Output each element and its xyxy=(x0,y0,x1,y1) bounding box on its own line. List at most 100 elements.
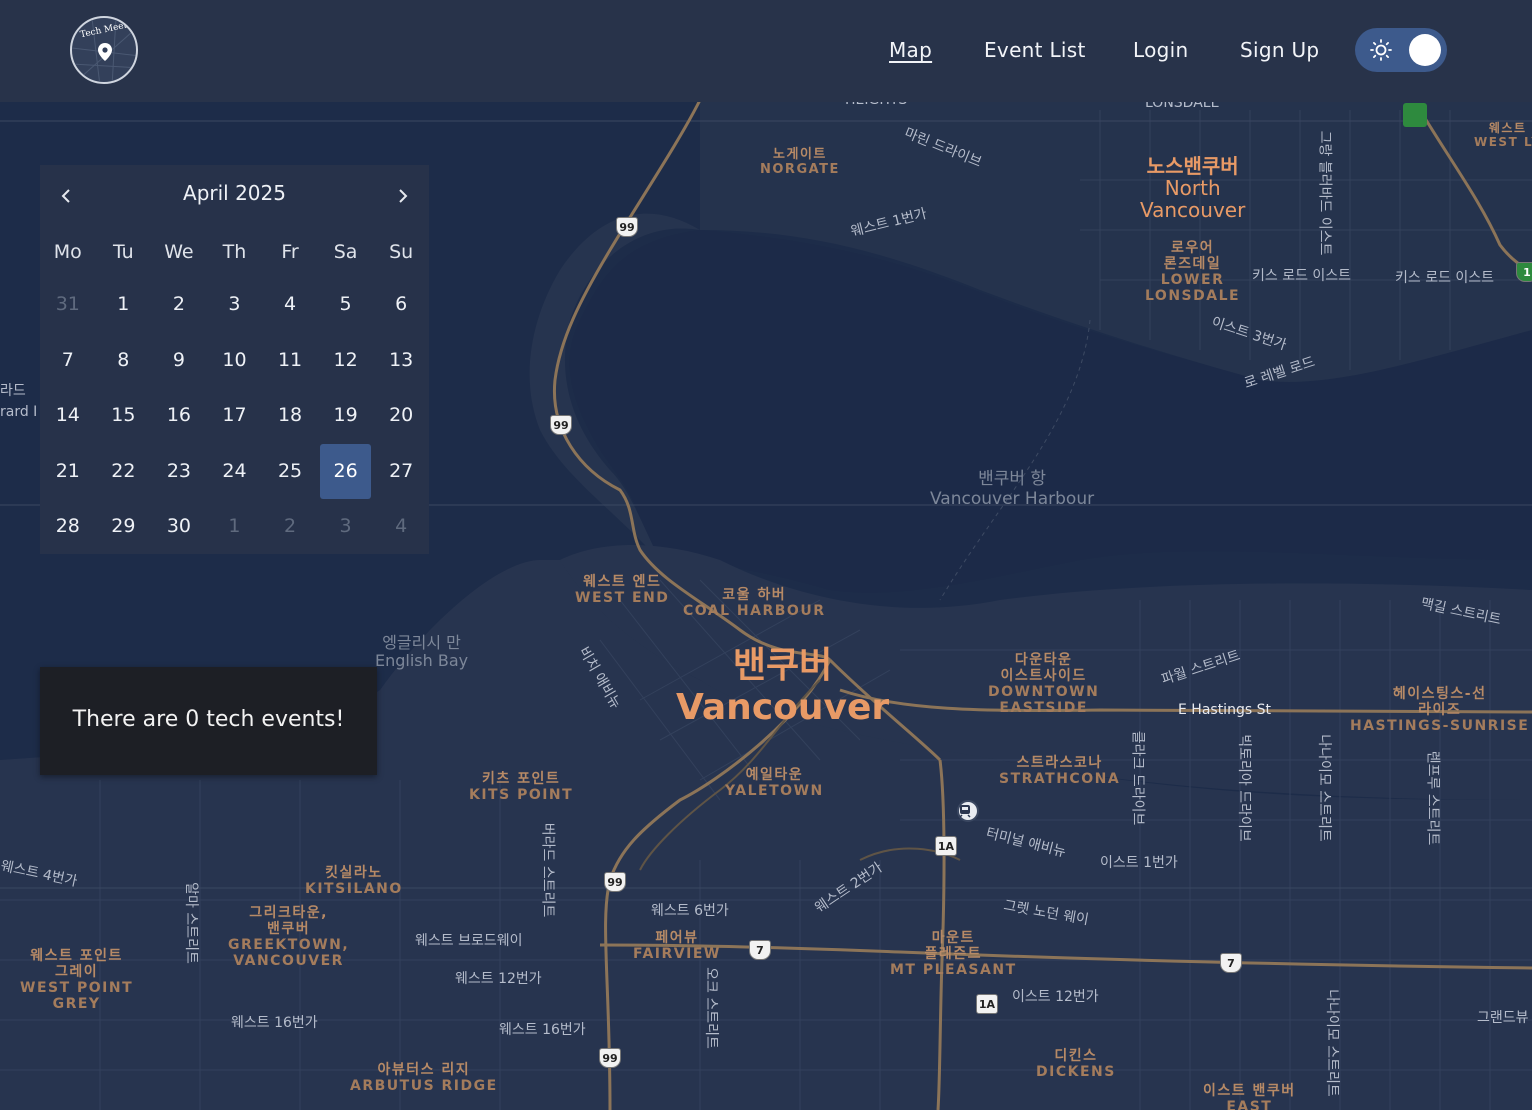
weekday-label: Th xyxy=(222,241,247,263)
highway-shield: 99 xyxy=(616,217,638,237)
calendar-day[interactable]: 4 xyxy=(373,499,429,555)
highway-shield: 1 xyxy=(1516,262,1532,282)
map-label-north-vancouver: 노스밴쿠버 North Vancouver xyxy=(1140,154,1246,222)
calendar-day[interactable]: 1 xyxy=(207,499,263,555)
calendar-day[interactable]: 2 xyxy=(151,277,207,333)
navbar: Tech Meets Map Event List Login Sign Up xyxy=(0,0,1532,102)
highway-shield: 99 xyxy=(550,415,572,435)
calendar-day[interactable]: 5 xyxy=(318,277,374,333)
calendar-day[interactable]: 7 xyxy=(40,333,96,389)
map-label-dickens: 디킨스 DICKENS xyxy=(1036,1048,1116,1081)
calendar-day[interactable]: 11 xyxy=(262,333,318,389)
street-grandview-hwy: 그랜드뷰 xyxy=(1477,1010,1529,1026)
highway-shield: 99 xyxy=(599,1048,621,1068)
calendar-day[interactable]: 30 xyxy=(151,499,207,555)
calendar-day[interactable]: 24 xyxy=(207,444,263,500)
street-w16th-b: 웨스트 16번가 xyxy=(499,1022,586,1038)
street-keith-e1: 키스 로드 이스트 xyxy=(1252,268,1352,284)
nav-link-sign-up[interactable]: Sign Up xyxy=(1240,38,1319,62)
highway-shield: 7 xyxy=(749,940,771,960)
street-renfrew: 렌프루 스트리트 xyxy=(1424,750,1441,846)
map-label-downtown-eastside: 다운타운 이스트사이드 DOWNTOWN EASTSIDE xyxy=(988,652,1100,717)
calendar-day[interactable]: 10 xyxy=(207,333,263,389)
map-label-west-point-grey: 웨스트 포인트 그레이 WEST POINT GREY xyxy=(20,948,134,1013)
street-e12th: 이스트 12번가 xyxy=(1012,989,1099,1005)
calendar-month-label[interactable]: April 2025 xyxy=(40,181,429,205)
calendar-day[interactable]: 15 xyxy=(96,388,152,444)
calendar-day[interactable]: 29 xyxy=(96,499,152,555)
street-burrard: 버라드 스트리트 xyxy=(539,822,556,918)
calendar-day[interactable]: 22 xyxy=(96,444,152,500)
calendar-day[interactable]: 16 xyxy=(151,388,207,444)
calendar-day[interactable]: 1 xyxy=(96,277,152,333)
street-broadway: 웨스트 브로드웨이 xyxy=(415,933,523,949)
map-label-english-bay: 엥글리시 만 English Bay xyxy=(375,633,469,671)
map-label-harbour: 밴쿠버 항 Vancouver Harbour xyxy=(930,469,1095,509)
calendar-day[interactable]: 18 xyxy=(262,388,318,444)
street-victoria: 빅토리아 드라이브 xyxy=(1235,734,1252,842)
sun-icon xyxy=(1370,39,1392,61)
calendar-day[interactable]: 12 xyxy=(318,333,374,389)
weekday-label: Mo xyxy=(53,241,82,263)
weekday-label: Sa xyxy=(333,241,358,263)
theme-toggle[interactable] xyxy=(1355,28,1447,72)
nav-link-event-list[interactable]: Event List xyxy=(984,38,1086,62)
street-keith-e2: 키스 로드 이스트 xyxy=(1395,270,1495,286)
calendar-day[interactable]: 17 xyxy=(207,388,263,444)
highway-shield: 1A xyxy=(976,994,998,1014)
calendar-day[interactable]: 9 xyxy=(151,333,207,389)
map-label-east-vancouver: 이스트 밴쿠버 EAST xyxy=(1203,1083,1296,1110)
calendar-day[interactable]: 23 xyxy=(151,444,207,500)
map-label-lower-lonsdale: 로우어 론즈데일 LOWER LONSDALE xyxy=(1145,240,1241,305)
street-grand-blvd: 그랑 블러바드 이스트 xyxy=(1316,130,1333,256)
street-e1st: 이스트 1번가 xyxy=(1100,855,1178,871)
event-count-panel: There are 0 tech events! xyxy=(40,667,377,775)
calendar-day[interactable]: 14 xyxy=(40,388,96,444)
street-w6th: 웨스트 6번가 xyxy=(651,903,729,919)
map-label-west-ly: 웨스트WEST LY xyxy=(1474,121,1532,149)
event-count-text: There are 0 tech events! xyxy=(72,707,345,732)
calendar-day[interactable]: 6 xyxy=(373,277,429,333)
street-alma: 알마 스트리트 xyxy=(182,882,199,964)
map-label-mt-pleasant: 마운트 플레즌트 MT PLEASANT xyxy=(890,930,1017,979)
calendar-day[interactable]: 4 xyxy=(262,277,318,333)
weekday-label: We xyxy=(164,241,194,263)
highway-shield: 7 xyxy=(1220,953,1242,973)
calendar-day[interactable]: 3 xyxy=(207,277,263,333)
nav-link-login[interactable]: Login xyxy=(1133,38,1188,62)
map-label-vancouver: 밴쿠버 Vancouver xyxy=(676,645,890,728)
calendar-day-selected[interactable]: 26 xyxy=(319,443,372,499)
calendar-day[interactable]: 8 xyxy=(96,333,152,389)
highway-shield: 99 xyxy=(604,872,626,892)
map-label-yaletown: 예일타운 YALETOWN xyxy=(725,767,824,800)
street-e-hastings: E Hastings St xyxy=(1178,702,1271,718)
toggle-knob xyxy=(1409,34,1441,66)
calendar-day[interactable]: 31 xyxy=(40,277,96,333)
calendar-day[interactable]: 3 xyxy=(318,499,374,555)
calendar-day[interactable]: 2 xyxy=(262,499,318,555)
street-clark: 클라크 드라이브 xyxy=(1129,730,1146,826)
calendar-day[interactable]: 27 xyxy=(373,444,429,500)
calendar-day[interactable]: 13 xyxy=(373,333,429,389)
calendar-day[interactable]: 28 xyxy=(40,499,96,555)
train-station-icon[interactable] xyxy=(957,800,979,822)
street-w12th: 웨스트 12번가 xyxy=(455,971,542,987)
calendar-day[interactable]: 20 xyxy=(373,388,429,444)
highway-shield: 1A xyxy=(935,836,957,856)
chevron-right-icon[interactable] xyxy=(388,181,418,211)
weekday-label: Fr xyxy=(281,241,299,263)
calendar-days: 31 1 2 3 4 5 6 7 8 9 10 11 12 13 14 15 16 17 18 19 20 21 22 23 2… xyxy=(40,277,429,555)
calendar-day[interactable]: 19 xyxy=(318,388,374,444)
map-label-hastings-sunrise: 헤이스팅스-선 라이즈 HASTINGS-SUNRISE xyxy=(1350,686,1530,735)
weekday-label: Tu xyxy=(112,241,134,263)
calendar-day[interactable]: 25 xyxy=(262,444,318,500)
trans-canada-icon xyxy=(1403,103,1427,127)
calendar-day[interactable]: 21 xyxy=(40,444,96,500)
map-label-greektown: 그리크타운, 밴쿠버 GREEKTOWN, VANCOUVER xyxy=(228,905,350,970)
map-label-arbutus: 아뷰터스 리지 ARBUTUS RIDGE xyxy=(350,1062,498,1095)
map-label-kits-point: 키츠 포인트 KITS POINT xyxy=(469,771,574,804)
nav-link-map[interactable]: Map xyxy=(889,38,932,62)
logo[interactable]: Tech Meets xyxy=(70,16,138,84)
map-label-norgate: 노게이트 NORGATE xyxy=(760,147,840,177)
street-w16th-a: 웨스트 16번가 xyxy=(231,1015,318,1031)
